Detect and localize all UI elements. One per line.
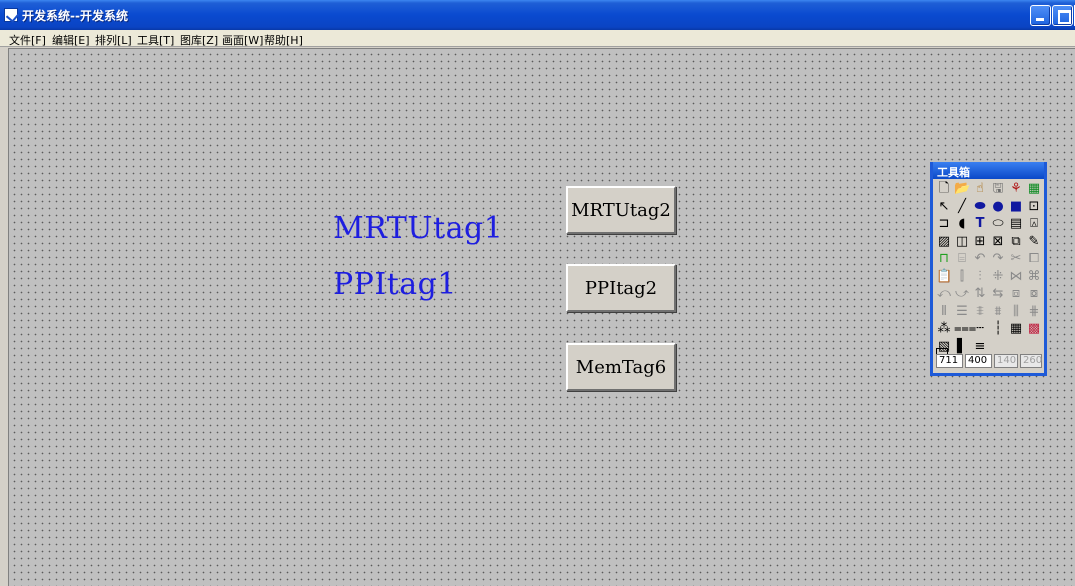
gate-icon[interactable]: ⊓ [936,251,952,267]
design-canvas[interactable]: MRTUtag1 PPItag1 MRTUtag2 PPItag2 MemTag… [8,48,1075,586]
alarm-icon[interactable]: ⊞ [972,234,988,250]
window-title: 开发系统--开发系统 [22,9,128,23]
picture-icon[interactable]: ▦ [1026,181,1042,197]
toolbox-title[interactable]: 工具箱 [933,162,1044,179]
align-center-icon[interactable]: ⁜ [990,269,1006,285]
vertical-dashed-icon[interactable]: ┆ [990,321,1006,337]
bar-icon[interactable]: ▌ [954,339,970,355]
group-icon[interactable]: ⧉ [1008,234,1024,250]
lines-icon[interactable]: ≡ [972,339,988,355]
grid-icon[interactable]: ▦ [1008,321,1024,337]
button-memtag6[interactable]: MemTag6 [566,343,676,391]
back-icon[interactable]: ⧇ [1026,286,1042,302]
split-icon[interactable]: ⩶ [954,321,976,337]
space-h-icon[interactable]: ⦀ [936,304,952,320]
combine-icon[interactable]: ⁂ [936,321,952,337]
rectangle-icon[interactable]: ■ [1008,199,1024,215]
network-icon[interactable]: ⚘ [1008,181,1024,197]
restore-button[interactable] [1052,5,1073,26]
copy-icon[interactable]: ⧠ [1026,251,1042,267]
height-field[interactable]: 260 [1020,354,1042,368]
menu-screen[interactable]: 画面[W] [222,32,263,48]
select-arrow-icon[interactable]: ↖ [936,199,952,215]
open-icon[interactable]: 📂 [954,181,970,197]
mirror-icon[interactable]: ⇆ [990,286,1006,302]
wizard-icon[interactable]: ☝ [972,181,988,197]
front-icon[interactable]: ⧈ [1008,286,1024,302]
distribute-icon[interactable]: ⫼ [1008,304,1024,320]
app-icon [4,8,18,22]
menu-file[interactable]: 文件[F] [9,32,46,48]
width-field[interactable]: 140 [994,354,1018,368]
bitmap-icon[interactable]: ⍓ [1026,216,1042,232]
palette-icon[interactable]: ▩ [1026,321,1042,337]
undo-icon[interactable]: ↶ [972,251,988,267]
brush-icon[interactable]: ✎ [1026,234,1042,250]
menu-help[interactable]: 帮助[H] [264,32,303,48]
menu-arrange[interactable]: 排列[L] [95,32,132,48]
coord-y-field[interactable]: 400 [965,354,992,368]
align-left-icon[interactable]: ⫿ [954,269,970,285]
rounded-rect-icon[interactable]: ⬭ [990,216,1006,232]
arc-icon[interactable]: ◖ [954,216,970,232]
button-ppitag2[interactable]: PPItag2 [566,264,676,312]
dashed-line-icon[interactable]: ┄ [972,321,988,337]
align-right-icon[interactable]: ⫶ [972,269,988,285]
chart-icon[interactable]: ⊠ [990,234,1006,250]
align-top-icon[interactable]: ⋈ [1008,269,1024,285]
cut-icon[interactable]: ✂ [1008,251,1024,267]
menu-tools[interactable]: 工具[T] [137,32,174,48]
new-page-icon[interactable]: 🗋 [936,181,952,197]
same-height-icon[interactable]: ⩩ [990,304,1006,320]
polygon-icon[interactable]: ⊡ [1026,199,1042,215]
grid-align-icon[interactable]: ⋕ [1026,304,1042,320]
main-window: 开发系统--开发系统 文件[F] 编辑[E] 排列[L] 工具[T] 图库[Z]… [0,0,1075,586]
text-object-ppitag1[interactable]: PPItag1 [333,267,457,302]
control-icon[interactable]: ⌸ [954,251,970,267]
redo-icon[interactable]: ↷ [990,251,1006,267]
same-width-icon[interactable]: ⩨ [972,304,988,320]
coord-x-field[interactable]: 711 [936,354,963,368]
text-object-mrtutag1[interactable]: MRTUtag1 [333,211,503,246]
minimize-button[interactable] [1030,5,1051,26]
title-bar[interactable]: 开发系统--开发系统 [0,0,1075,30]
toolbox-panel: 工具箱 🗋 📂 ☝ 🖫 ⚘ ▦ ↖ ╱ ⬬ ● ■ ⊡ ⊐ ◖ T ⬭ ▤ ⍓ ▨ ◫ ⊞ ⊠ ⧉ ✎ ⊓ ⌸ ↶ ↷ ✂ ⧠ 📋 ⫿ ⫶ ⁜ ⋈ ⌘… [930,162,1047,376]
menu-edit[interactable]: 编辑[E] [52,32,90,48]
menu-library[interactable]: 图库[Z] [180,32,218,48]
text-icon[interactable]: T [972,216,988,232]
rotate-right-icon[interactable]: ⤻ [954,286,970,302]
trend-icon[interactable]: ◫ [954,234,970,250]
rotate-left-icon[interactable]: ⤺ [936,286,952,302]
menu-bar: 文件[F] 编辑[E] 排列[L] 工具[T] 图库[Z] 画面[W] 帮助[H… [0,30,1075,47]
paste-icon[interactable]: 📋 [936,269,952,285]
flip-icon[interactable]: ⇅ [972,286,988,302]
align-bottom-icon[interactable]: ⌘ [1026,269,1042,285]
save-icon[interactable]: 🖫 [990,181,1006,197]
circle-icon[interactable]: ● [990,199,1006,215]
space-v-icon[interactable]: ☰ [954,304,970,320]
line-icon[interactable]: ╱ [954,199,970,215]
report-icon[interactable]: ▨ [936,234,952,250]
pipe-icon[interactable]: ⊐ [936,216,952,232]
ellipse-line-icon[interactable]: ⬬ [972,199,988,215]
meter-icon[interactable]: ▤ [1008,216,1024,232]
button-mrtutag2[interactable]: MRTUtag2 [566,186,676,234]
